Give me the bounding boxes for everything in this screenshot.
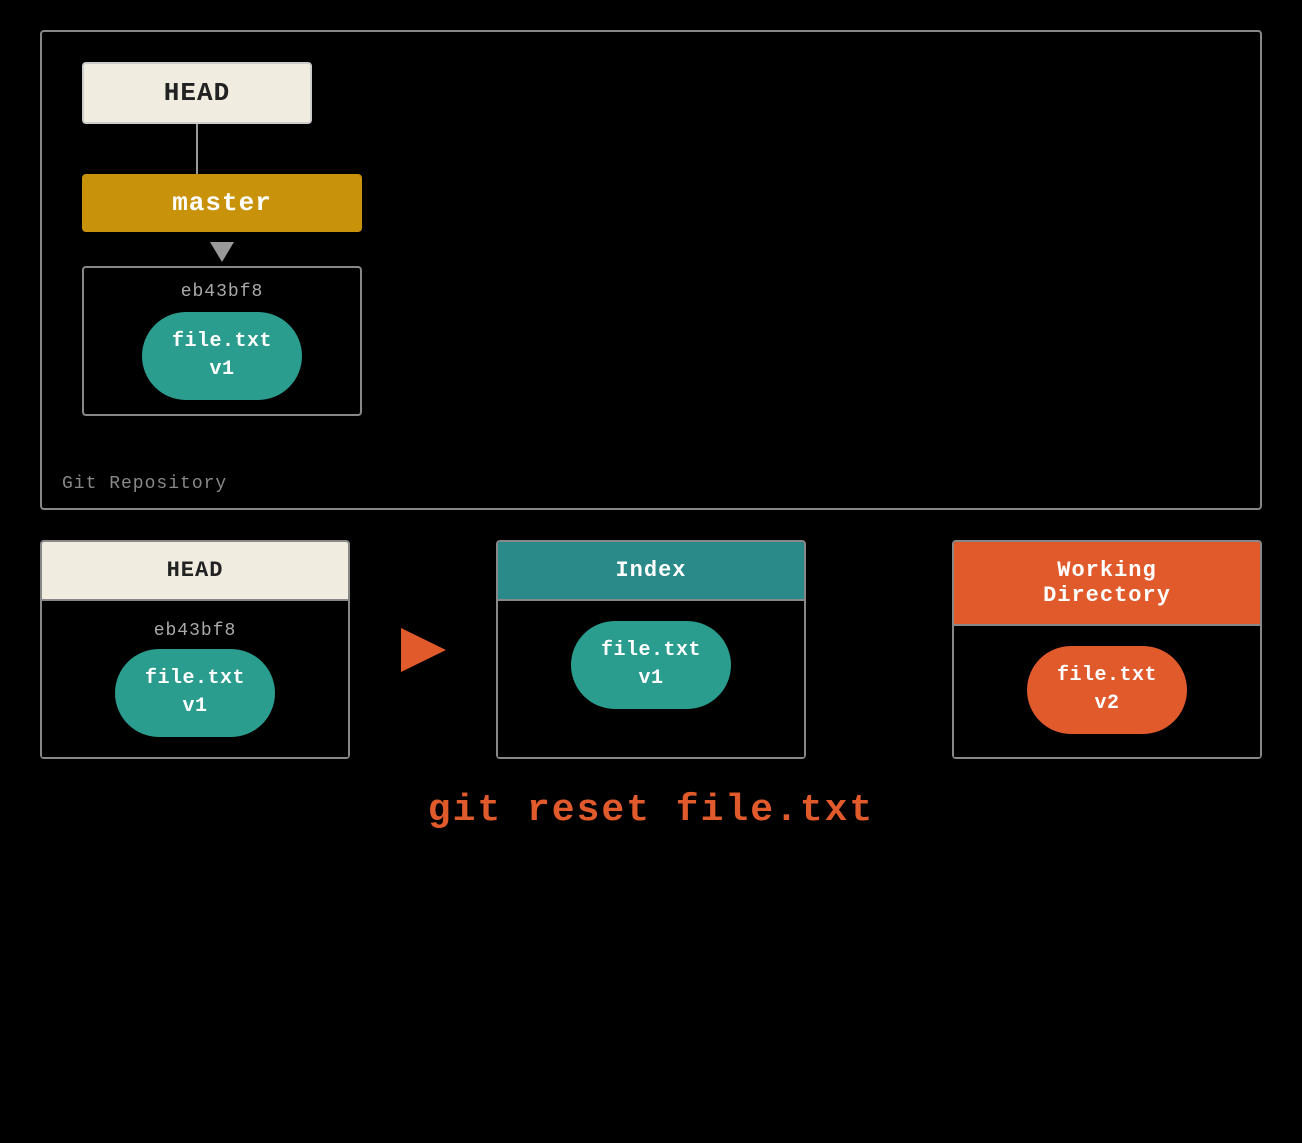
line-head-to-master (196, 124, 198, 174)
file-pill-index: file.txt v1 (571, 621, 731, 709)
git-repository-box: HEAD master eb43bf8 file.txt v1 Git Repo… (40, 30, 1262, 510)
col-panel-working-dir: Working Directory file.txt v2 (952, 540, 1262, 759)
head-label-bottom: HEAD (167, 558, 224, 583)
col-header-index: Index (498, 542, 804, 599)
commit-box-top: eb43bf8 file.txt v1 (82, 266, 362, 416)
col-header-head: HEAD (42, 542, 348, 599)
index-label: Index (615, 558, 686, 583)
col-header-working-dir: Working Directory (954, 542, 1260, 624)
commit-hash-top: eb43bf8 (181, 282, 264, 302)
arrow-head-to-index (383, 628, 463, 672)
master-box: master (82, 174, 362, 232)
file-pill-wd-version: v2 (1094, 692, 1119, 715)
col-panel-index: Index file.txt v1 (496, 540, 806, 759)
file-pill-top-version: v1 (209, 358, 234, 381)
three-column-layout: HEAD eb43bf8 file.txt v1 Index file.txt (40, 540, 1262, 759)
col-body-index: file.txt v1 (498, 599, 804, 757)
master-label: master (172, 188, 272, 218)
git-command: git reset file.txt (428, 789, 874, 832)
working-dir-label-line2: Directory (1043, 583, 1171, 608)
commit-hash-bottom: eb43bf8 (154, 621, 237, 641)
file-pill-working-dir: file.txt v2 (1027, 646, 1187, 734)
file-pill-index-name: file.txt (601, 639, 701, 662)
file-pill-head: file.txt v1 (115, 649, 275, 737)
col-panel-head: HEAD eb43bf8 file.txt v1 (40, 540, 350, 759)
working-dir-label-line1: Working (1057, 558, 1156, 583)
arrow-master-to-commit (210, 242, 234, 262)
file-pill-head-name: file.txt (145, 667, 245, 690)
col-body-working-dir: file.txt v2 (954, 624, 1260, 757)
git-repository-label: Git Repository (62, 474, 227, 494)
file-pill-index-version: v1 (638, 667, 663, 690)
git-command-text: git reset file.txt (428, 789, 874, 832)
file-pill-wd-name: file.txt (1057, 664, 1157, 687)
file-pill-head-version: v1 (182, 695, 207, 718)
head-label-top: HEAD (164, 78, 230, 108)
file-pill-top-name: file.txt (172, 330, 272, 353)
file-pill-top: file.txt v1 (142, 312, 302, 400)
right-arrow-1 (401, 628, 446, 672)
head-box-top: HEAD (82, 62, 312, 124)
col-body-head: eb43bf8 file.txt v1 (42, 599, 348, 757)
bottom-section: HEAD eb43bf8 file.txt v1 Index file.txt (40, 540, 1262, 832)
